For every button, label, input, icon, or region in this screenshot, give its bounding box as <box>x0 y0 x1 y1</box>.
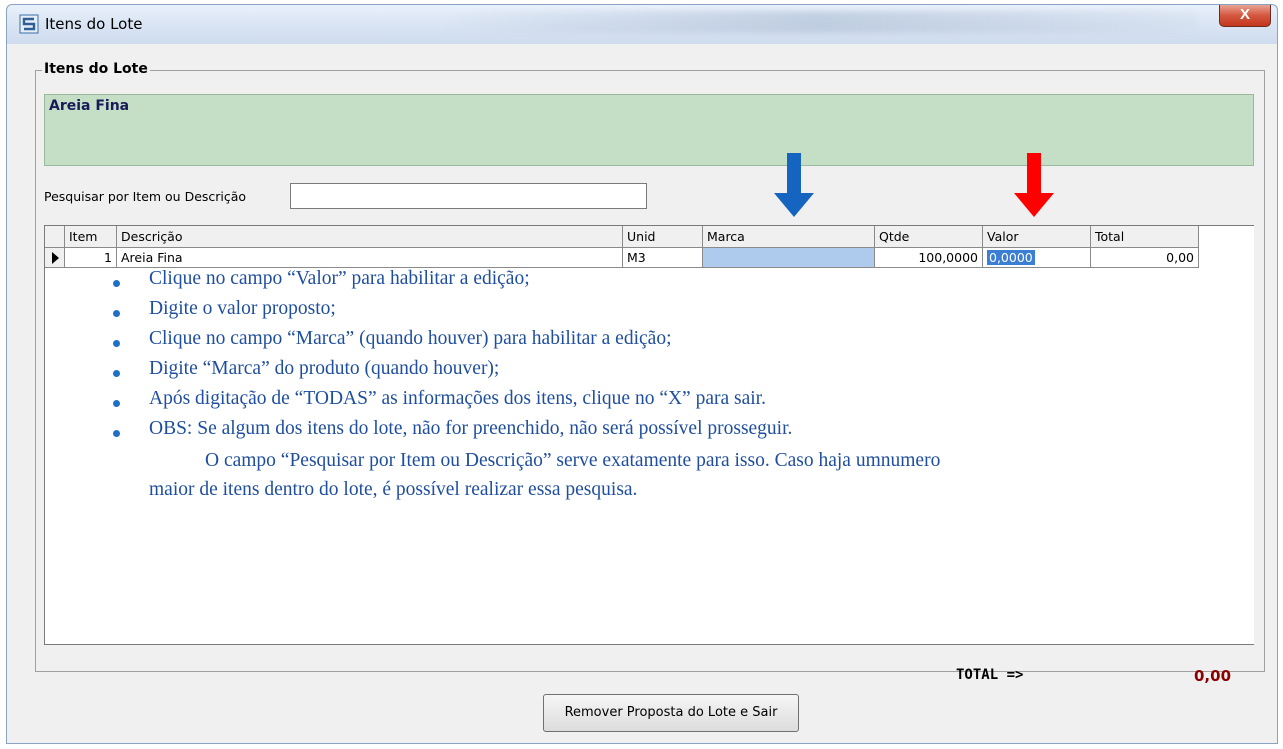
cell-valor-selected-text[interactable]: 0,0000 <box>987 250 1035 265</box>
instruction-item: OBS: Se algum dos itens do lote, não for… <box>45 416 1245 446</box>
bullet-icon <box>113 280 120 287</box>
search-label: Pesquisar por Item ou Descrição <box>44 189 247 204</box>
column-header-qtde[interactable]: Qtde <box>875 226 983 248</box>
group-legend: Itens do Lote <box>42 61 150 77</box>
cell-marca[interactable] <box>703 248 875 268</box>
bullet-icon <box>113 430 120 437</box>
instruction-item: Digite o valor proposto; <box>45 296 1245 326</box>
app-logo-icon <box>19 14 39 34</box>
instruction-item: Clique no campo “Marca” (quando houver) … <box>45 326 1245 356</box>
window-title: Itens do Lote <box>45 15 143 33</box>
cell-qtde[interactable]: 100,0000 <box>875 248 983 268</box>
instructions-overlay: Clique no campo “Valor” para habilitar a… <box>45 266 1245 504</box>
title-bar[interactable]: Itens do Lote X <box>6 4 1278 44</box>
bullet-icon <box>113 340 120 347</box>
instruction-paragraph-line1: O campo “Pesquisar por Item ou Descrição… <box>205 450 941 471</box>
bullet-icon <box>113 370 120 377</box>
cell-item[interactable]: 1 <box>65 248 117 268</box>
instruction-paragraph-line2: maior de itens dentro do lote, é possíve… <box>149 479 638 500</box>
remove-proposal-button[interactable]: Remover Proposta do Lote e Sair <box>543 694 799 732</box>
instruction-text: Após digitação de “TODAS” as informações… <box>149 388 766 409</box>
grid-header-corner <box>45 226 65 248</box>
window-client-area: Itens do Lote Areia Fina Pesquisar por I… <box>6 44 1278 744</box>
instruction-item: Digite “Marca” do produto (quando houver… <box>45 356 1245 386</box>
items-group-box: Itens do Lote Areia Fina Pesquisar por I… <box>35 61 1265 685</box>
items-window: Itens do Lote X Itens do Lote Areia Fina… <box>0 0 1283 749</box>
bullet-icon <box>113 400 120 407</box>
cell-total[interactable]: 0,00 <box>1091 248 1199 268</box>
row-selector[interactable] <box>45 248 65 268</box>
total-label: TOTAL => <box>956 667 1024 683</box>
cell-valor[interactable]: 0,0000 <box>983 248 1091 268</box>
arrow-down-icon-marca <box>774 153 814 217</box>
arrow-down-icon-valor <box>1014 153 1054 217</box>
column-header-item[interactable]: Item <box>65 226 117 248</box>
bullet-icon <box>113 310 120 317</box>
column-header-unid[interactable]: Unid <box>623 226 703 248</box>
column-header-valor[interactable]: Valor <box>983 226 1091 248</box>
instruction-item: Após digitação de “TODAS” as informações… <box>45 386 1245 416</box>
instruction-text: OBS: Se algum dos itens do lote, não for… <box>149 418 793 439</box>
total-value: 0,00 <box>1194 667 1232 685</box>
column-header-marca[interactable]: Marca <box>703 226 875 248</box>
search-input[interactable] <box>290 183 647 209</box>
close-button[interactable]: X <box>1219 5 1271 27</box>
title-bar-blurred-area <box>437 11 1197 33</box>
instruction-text: Clique no campo “Valor” para habilitar a… <box>149 268 530 289</box>
instruction-text: Clique no campo “Marca” (quando houver) … <box>149 328 672 349</box>
instruction-text: Digite “Marca” do produto (quando houver… <box>149 358 500 379</box>
column-header-descricao[interactable]: Descrição <box>117 226 623 248</box>
instruction-text: Digite o valor proposto; <box>149 298 336 319</box>
cell-descricao[interactable]: Areia Fina <box>117 248 623 268</box>
selected-description-panel: Areia Fina <box>44 94 1254 166</box>
column-header-total[interactable]: Total <box>1091 226 1199 248</box>
instruction-item: Clique no campo “Valor” para habilitar a… <box>45 266 1245 296</box>
instructions-list: Clique no campo “Valor” para habilitar a… <box>45 266 1245 446</box>
row-pointer-icon <box>52 252 59 264</box>
cell-unid[interactable]: M3 <box>623 248 703 268</box>
selected-description: Areia Fina <box>49 98 130 114</box>
items-grid[interactable]: Item Descrição Unid Marca Qtde Valor Tot… <box>44 225 1254 645</box>
